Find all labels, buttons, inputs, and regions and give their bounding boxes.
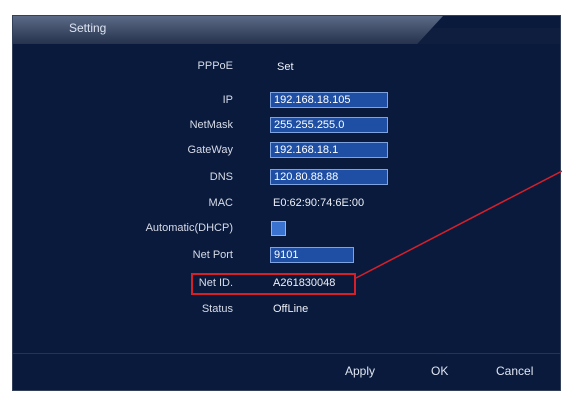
title-bar-background	[413, 28, 560, 44]
status-label: Status	[201, 303, 233, 315]
dns-input[interactable]: 120.80.88.88	[270, 169, 388, 185]
pppoe-set-button[interactable]: Set	[277, 61, 294, 73]
dns-label: DNS	[209, 171, 233, 183]
net-id-value: A261830048	[273, 277, 336, 289]
gateway-input[interactable]: 192.168.18.1	[270, 142, 388, 158]
net-port-input[interactable]: 9101	[270, 247, 354, 263]
netmask-label: NetMask	[189, 119, 233, 131]
ip-label: IP	[222, 94, 233, 106]
window-title: Setting	[69, 21, 107, 35]
net-port-label: Net Port	[192, 249, 233, 261]
dhcp-label: Automatic(DHCP)	[145, 222, 233, 234]
button-bar: Apply OK Cancel	[13, 353, 560, 390]
netmask-input[interactable]: 255.255.255.0	[270, 117, 388, 133]
mac-value: E0:62:90:74:6E:00	[273, 197, 365, 209]
status-value: OffLine	[273, 303, 309, 315]
annotation-line-stroke	[355, 170, 562, 279]
mac-label: MAC	[208, 197, 233, 209]
apply-button[interactable]: Apply	[345, 364, 375, 378]
setting-window: Setting PPPoE Set IP 192.168.18.105 NetM…	[12, 15, 562, 391]
title-bar: Setting	[13, 16, 560, 44]
net-id-label: Net ID.	[198, 277, 233, 289]
cancel-button[interactable]: Cancel	[496, 364, 533, 378]
ip-input[interactable]: 192.168.18.105	[270, 92, 388, 108]
pppoe-label: PPPoE	[197, 60, 233, 72]
gateway-label: GateWay	[187, 144, 233, 156]
dhcp-checkbox[interactable]	[271, 221, 286, 236]
ok-button[interactable]: OK	[431, 364, 448, 378]
